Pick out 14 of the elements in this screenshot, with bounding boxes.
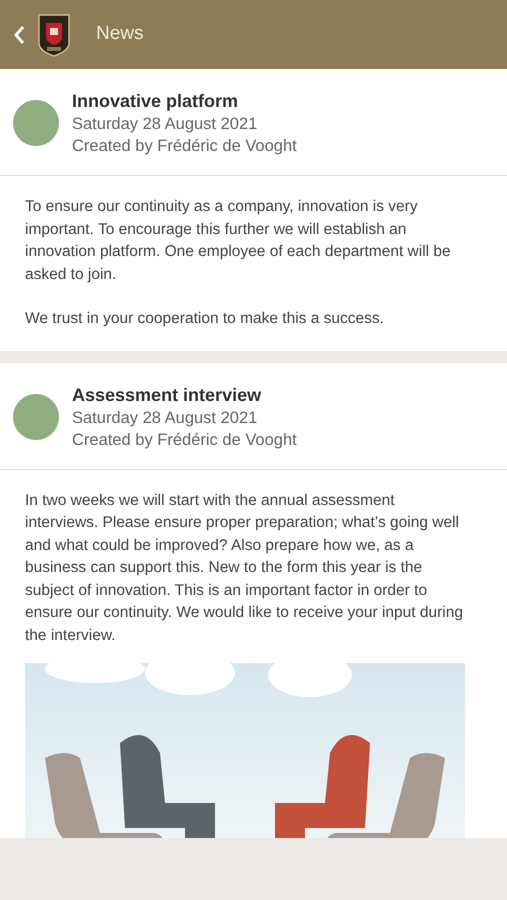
avatar <box>13 100 59 146</box>
post-date: Saturday 28 August 2021 <box>72 408 258 428</box>
post-date: Saturday 28 August 2021 <box>72 114 258 135</box>
crest-logo-icon <box>37 12 71 56</box>
post-title: Assessment interview <box>72 384 262 406</box>
page-title: News <box>96 22 144 46</box>
post-text: We trust in your cooperation to make this a success. <box>25 309 385 329</box>
avatar <box>13 394 59 440</box>
post-author: Created by Frédéric de Vooght <box>72 136 297 157</box>
post-title: Innovative platform <box>72 90 240 113</box>
post-author: Created by Frédéric de Vooght <box>72 430 297 450</box>
back-icon <box>13 24 25 44</box>
post-text: To ensure our continuity as a company, innovation is very important. To encourage this further we will establish an innovation platform. One employee of each department will be asked to join. <box>25 197 452 284</box>
post-text: In two weeks we will start with the annual assessment interviews. Please ensure proper preparation; what’s going well and what could be improved? Also prepare how we, as a business can support this. New to the form this year is the subject of innovation. This is an important factor in order to ensure our continuity. We would like to receive your input during the interview. <box>25 490 464 646</box>
